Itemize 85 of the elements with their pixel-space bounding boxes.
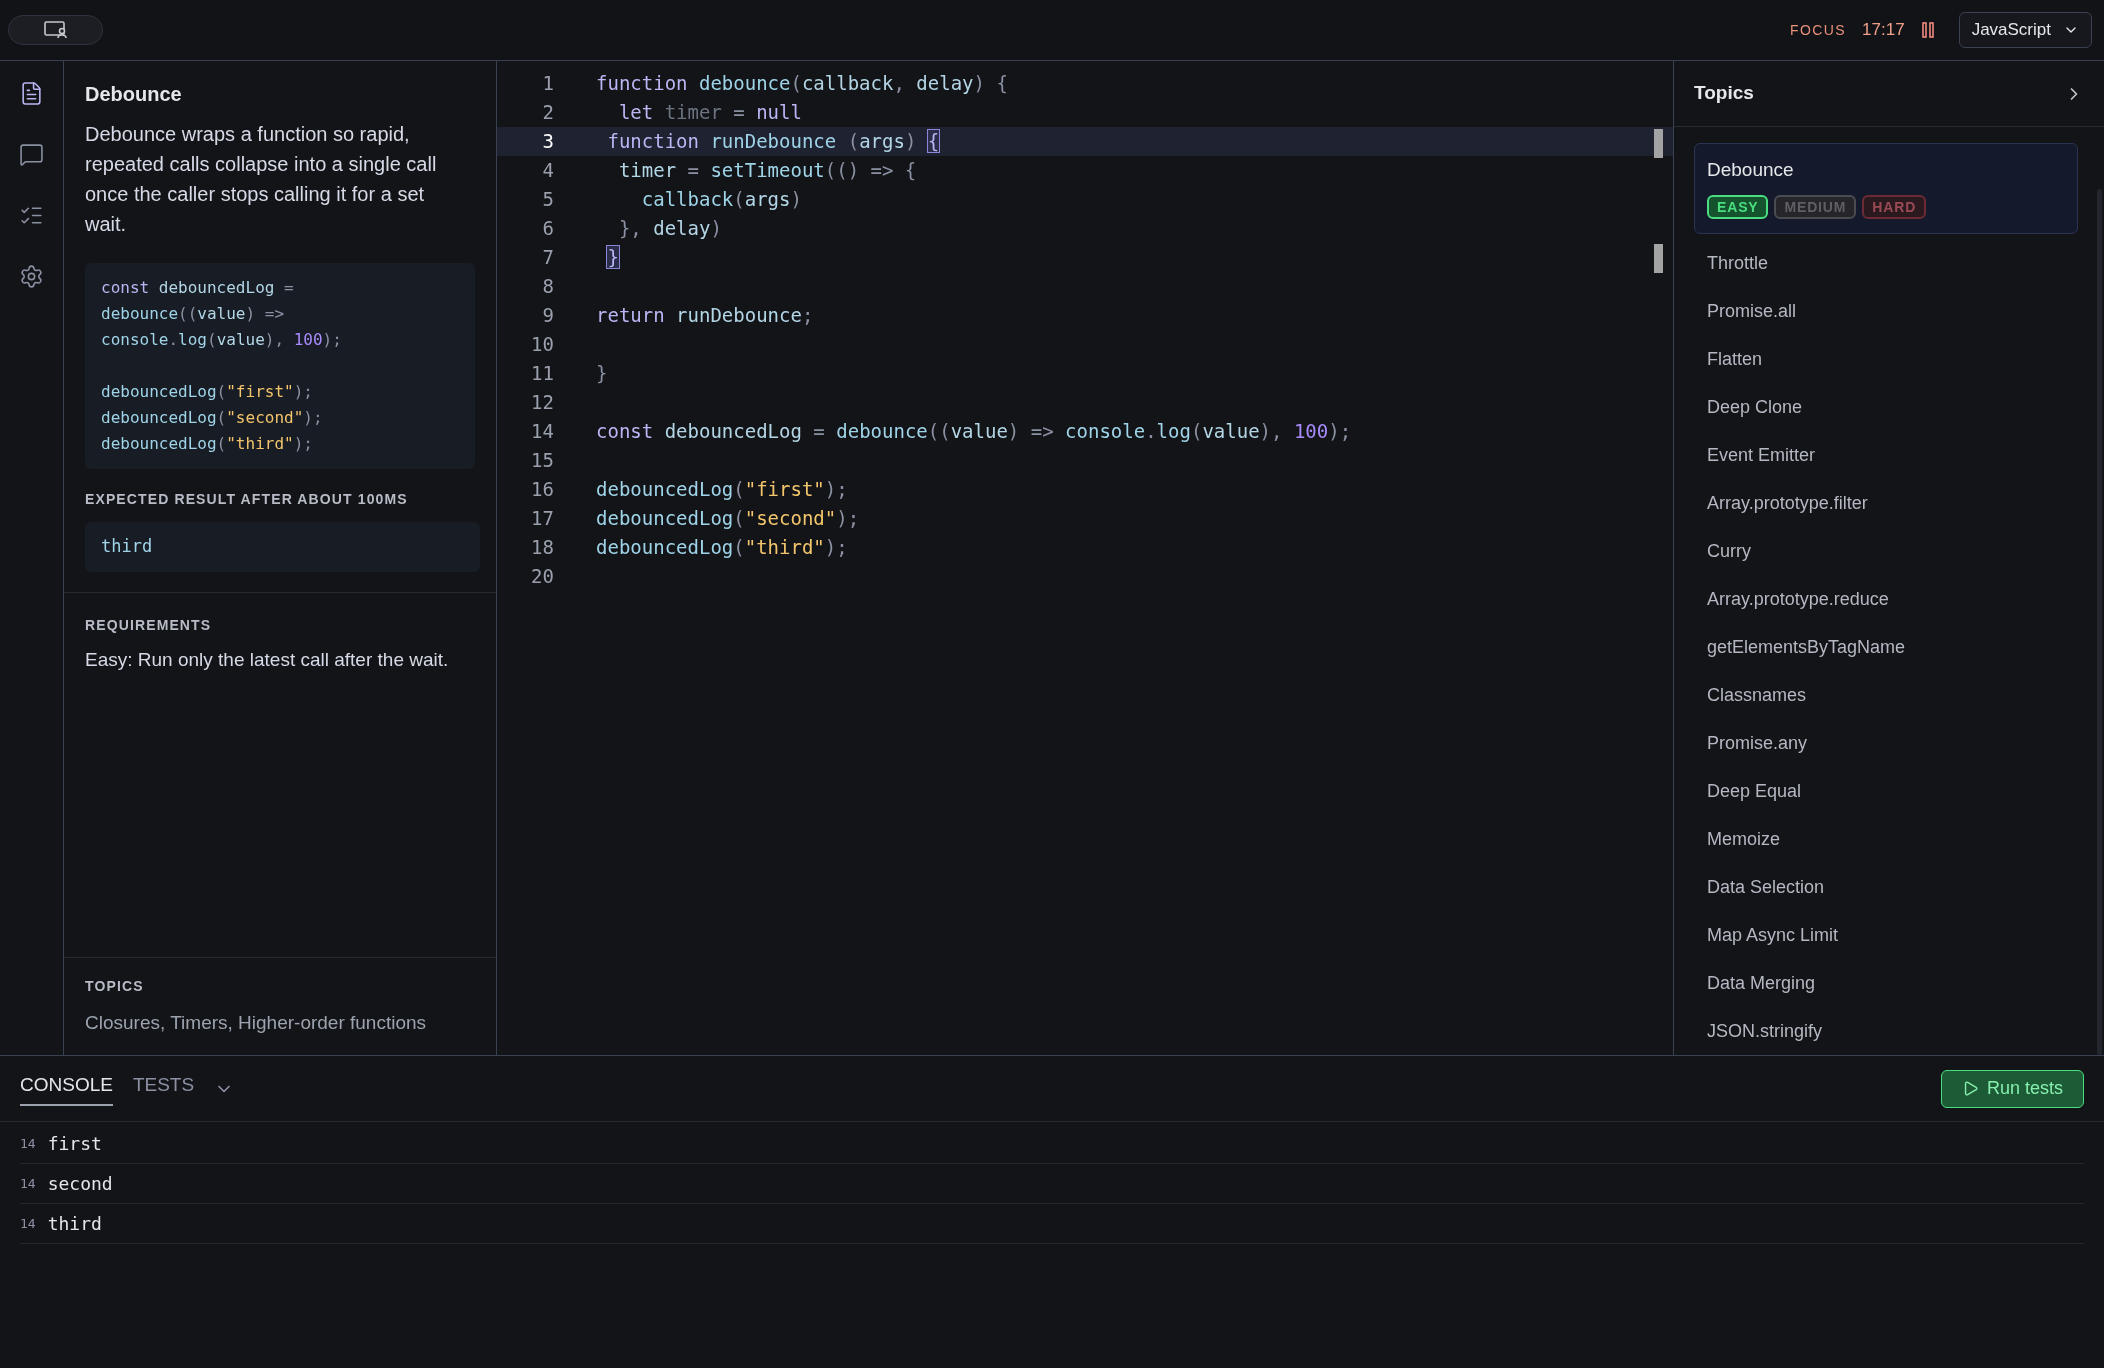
code-line: }, delay) [617,216,722,241]
code-line: } [596,361,608,386]
topic-item[interactable]: Promise.all [1694,289,2078,334]
line-number: 5 [541,187,554,212]
line-number: 8 [541,274,554,299]
line-number: 11 [530,361,554,386]
topic-item[interactable]: Data Merging [1694,961,2078,1006]
topic-item[interactable]: JSON.stringify [1694,1009,2078,1054]
line-number: 15 [530,448,554,473]
difficulty-badge[interactable]: EASY [1707,194,1769,219]
line-number: 18 [530,535,554,560]
line-number: 16 [530,477,554,502]
document-icon[interactable] [19,81,44,106]
console-line-number: 14 [20,1174,36,1193]
line-number: 17 [530,506,554,531]
line-number: 10 [530,332,554,357]
code-line: debounce((value) => [101,303,285,325]
problem-description: Debounce wraps a function so rapid, repeated calls collapse into a single call once the caller stops calling it for a set wait. [85,122,438,237]
code-line: function debounce(callback, delay) { [596,71,1008,96]
line-number: 12 [530,390,554,415]
language-dropdown[interactable]: JavaScript [1958,12,2092,48]
pause-icon[interactable] [1920,22,1935,38]
code-line: const debouncedLog = debounce((value) => console.log(value), 100); [596,419,1352,444]
topic-item[interactable]: Map Async Limit [1694,913,2078,958]
topic-item[interactable]: Array.prototype.filter [1694,481,2078,526]
topic-item[interactable]: Deep Clone [1694,385,2078,430]
code-line: const debouncedLog = [101,277,294,299]
line-number: 20 [530,564,554,589]
topic-item[interactable]: Event Emitter [1694,433,2078,478]
line-number: 4 [541,158,554,183]
requirements-text: Easy: Run only the latest call after the wait. [85,647,450,672]
code-line: debouncedLog("first"); [596,477,848,502]
panel-tab[interactable]: TESTS [132,1071,195,1106]
console-output: second [47,1172,113,1196]
code-line: debouncedLog("second"); [101,407,323,429]
topic-item[interactable]: Promise.any [1694,721,2078,766]
topic-item[interactable]: Curry [1694,529,2078,574]
code-line: debouncedLog("first"); [101,381,313,403]
expected-output: third [85,522,480,572]
focus-label: FOCUS [1790,20,1847,40]
monitor-user-icon [43,21,68,39]
scroll-marker [1654,129,1663,158]
panel-tab[interactable]: CONSOLE [20,1071,113,1106]
topic-item[interactable]: Array.prototype.reduce [1694,577,2078,622]
console-output: first [47,1132,102,1156]
topic-card[interactable]: Debounce EASY MEDIUM HARD [1694,143,2078,234]
code-line: debouncedLog("third"); [596,535,848,560]
topic-item[interactable]: Data Selection [1694,865,2078,910]
console-output: third [47,1212,102,1236]
run-tests-button[interactable]: Run tests [1940,1069,2084,1108]
topics-heading: TOPICS [85,976,145,996]
focus-timer: 17:17 [1862,19,1905,42]
topic-title: Debounce [1707,158,1795,182]
line-number: 2 [541,100,554,125]
chat-icon[interactable] [19,142,44,167]
code-line: function runDebounce (args) { [606,129,940,154]
settings-icon[interactable] [19,264,44,289]
code-line: let timer = null [617,100,802,125]
expected-heading: EXPECTED RESULT AFTER ABOUT 100MS [85,490,409,509]
line-number: 9 [541,303,554,328]
line-number: 3 [541,129,554,154]
screen-share-button[interactable] [8,15,103,45]
console-line-number: 14 [20,1214,36,1233]
problem-title: Debounce [85,82,183,107]
code-line: callback(args) [640,187,802,212]
topics-panel-title: Topics [1694,81,1754,106]
topic-item[interactable]: Memoize [1694,817,2078,862]
line-number: 14 [530,419,554,444]
code-line: debouncedLog("third"); [101,433,313,455]
code-line: debouncedLog("second"); [596,506,860,531]
topic-item[interactable]: Throttle [1694,241,2078,286]
scroll-marker [1654,244,1663,273]
topic-item[interactable]: Deep Equal [1694,769,2078,814]
code-line: timer = setTimeout(() => { [617,158,917,183]
topic-item[interactable]: Flatten [1694,337,2078,382]
topics-text: Closures, Timers, Higher-order functions [85,1010,428,1035]
console-line-number: 14 [20,1134,36,1153]
topic-item[interactable]: getElementsByTagName [1694,625,2078,670]
requirements-heading: REQUIREMENTS [85,615,213,635]
line-number: 7 [541,245,554,270]
code-line: console.log(value), 100); [101,329,342,351]
line-number: 6 [541,216,554,241]
topic-item[interactable]: Classnames [1694,673,2078,718]
line-number: 1 [541,71,554,96]
code-line: return runDebounce; [596,303,814,328]
